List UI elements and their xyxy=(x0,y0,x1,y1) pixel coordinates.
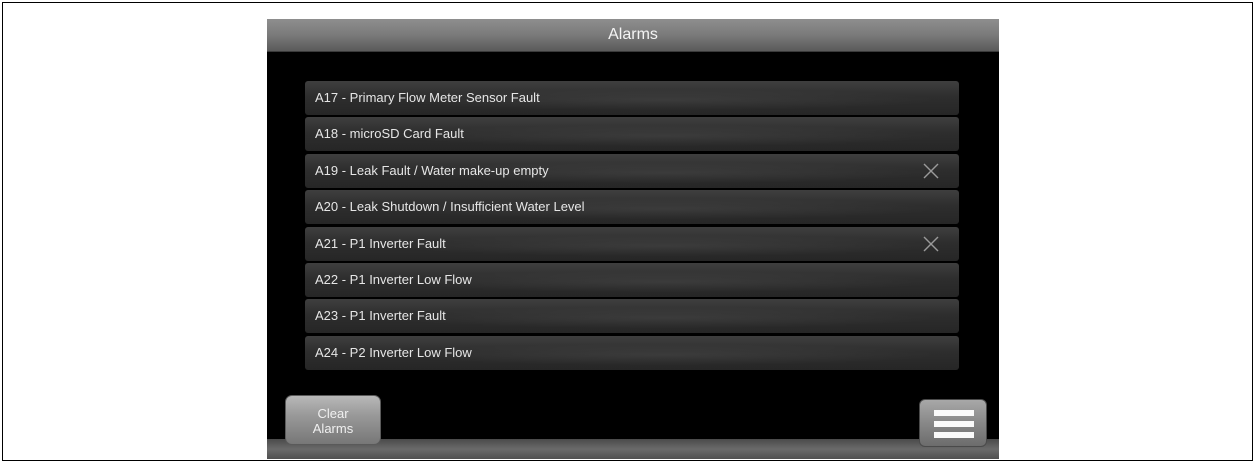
alarm-label: A17 - Primary Flow Meter Sensor Fault xyxy=(315,90,540,105)
alarm-label: A22 - P1 Inverter Low Flow xyxy=(315,271,472,287)
alarm-row-a17[interactable]: A17 - Primary Flow Meter Sensor Fault xyxy=(305,81,959,115)
alarm-row-a19[interactable]: A19 - Leak Fault / Water make-up empty xyxy=(305,153,959,188)
clear-alarms-button[interactable]: Clear Alarms xyxy=(285,395,381,445)
alarm-row-a23[interactable]: A23 - P1 Inverter Fault xyxy=(305,299,959,334)
alarm-row-a18[interactable]: A18 - microSD Card Fault xyxy=(305,117,959,152)
alarm-label: A23 - P1 Inverter Fault xyxy=(315,308,446,324)
alarm-row-a21[interactable]: A21 - P1 Inverter Fault xyxy=(305,226,959,261)
clear-alarms-label-line2: Alarms xyxy=(312,421,354,436)
hamburger-menu-icon[interactable] xyxy=(919,399,987,447)
close-x-icon[interactable] xyxy=(921,161,941,181)
alarm-label: A19 - Leak Fault / Water make-up empty xyxy=(315,162,549,178)
alarm-row-a24[interactable]: A24 - P2 Inverter Low Flow xyxy=(305,335,959,370)
alarm-row-a20[interactable]: A20 - Leak Shutdown / Insufficient Water… xyxy=(305,190,959,225)
alarm-label: A18 - microSD Card Fault xyxy=(315,126,464,142)
title-bar: Alarms xyxy=(267,19,999,52)
alarm-list: A17 - Primary Flow Meter Sensor Fault A1… xyxy=(305,81,959,372)
page-title: Alarms xyxy=(608,26,658,43)
clear-alarms-label-line1: Clear xyxy=(317,406,349,421)
alarm-label: A20 - Leak Shutdown / Insufficient Water… xyxy=(315,199,585,215)
outer-frame: Alarms A17 - Primary Flow Meter Sensor F… xyxy=(2,2,1253,461)
alarms-screen: Alarms A17 - Primary Flow Meter Sensor F… xyxy=(267,19,999,459)
menu-bar-top xyxy=(934,410,974,416)
menu-bar-bottom xyxy=(934,432,974,438)
alarm-row-a22[interactable]: A22 - P1 Inverter Low Flow xyxy=(305,262,959,297)
alarm-label: A21 - P1 Inverter Fault xyxy=(315,235,446,251)
menu-bar-middle xyxy=(934,421,974,427)
close-x-icon[interactable] xyxy=(921,234,941,254)
alarm-label: A24 - P2 Inverter Low Flow xyxy=(315,344,472,360)
